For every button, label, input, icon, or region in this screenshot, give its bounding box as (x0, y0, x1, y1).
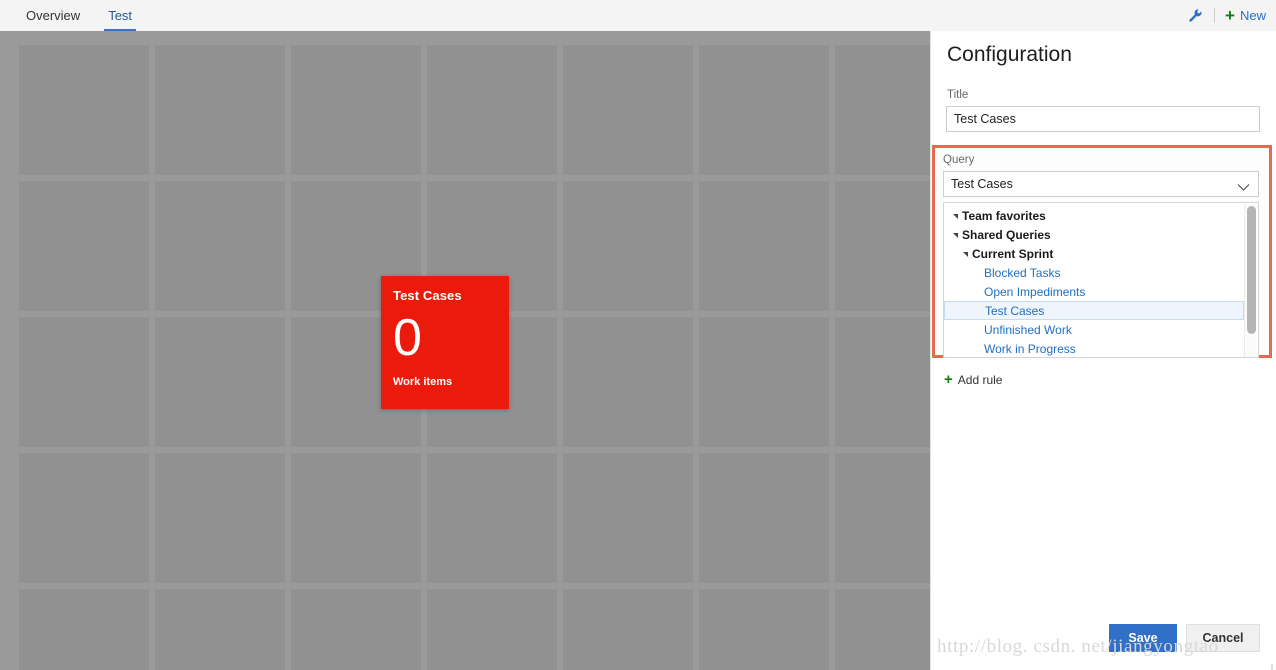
query-tree: Team favorites Shared Queries Current Spri… (944, 206, 1244, 357)
query-tree-item[interactable]: Work in Progress (944, 339, 1244, 357)
expand-arrow-icon[interactable] (953, 214, 958, 219)
top-bar: Overview Test + New (0, 0, 1276, 31)
query-select[interactable]: Test Cases (943, 171, 1259, 197)
plus-icon: + (1225, 6, 1235, 25)
tile-value: 0 (393, 309, 422, 367)
dashboard-tile[interactable] (19, 453, 149, 583)
dashboard-tile[interactable] (291, 589, 421, 670)
add-rule-label: Add rule (957, 372, 1003, 387)
query-tree-item-label: Shared Queries (962, 227, 1051, 242)
dashboard-tile[interactable] (19, 589, 149, 670)
save-button[interactable]: Save (1109, 624, 1177, 652)
app-root: Overview Test + New Test Cases 0 Work it… (0, 0, 1276, 670)
query-select-value: Test Cases (951, 177, 1013, 191)
title-field-label: Title (947, 89, 969, 101)
dashboard-tile[interactable] (155, 45, 285, 175)
expand-arrow-icon[interactable] (963, 252, 968, 257)
tab-overview-label: Overview (26, 8, 81, 23)
query-tree-item-label: Current Sprint (972, 246, 1054, 261)
dashboard-tile[interactable] (291, 453, 421, 583)
query-tree-item-label: Blocked Tasks (984, 265, 1061, 280)
query-tree-item[interactable]: Open Impediments (944, 282, 1244, 301)
scrollbar-thumb[interactable] (1247, 206, 1256, 334)
query-tree-item[interactable]: Unfinished Work (944, 320, 1244, 339)
query-tree-item-label: Team favorites (962, 208, 1046, 223)
query-section: Query Test Cases Team favorites Shared Qu… (935, 148, 1269, 358)
tab-strip: Overview Test (12, 0, 146, 31)
dashboard-tile[interactable] (427, 589, 557, 670)
dashboard-tile[interactable] (699, 453, 829, 583)
new-button-label: New (1239, 8, 1266, 23)
dashboard-tile[interactable] (19, 317, 149, 447)
dashboard-tile[interactable] (427, 45, 557, 175)
new-button[interactable]: + New (1225, 7, 1266, 24)
query-section-highlight: Query Test Cases Team favorites Shared Qu… (932, 145, 1272, 358)
dashboard-tile[interactable] (155, 181, 285, 311)
dashboard-tile[interactable] (563, 45, 693, 175)
query-tree-listbox[interactable]: Team favorites Shared Queries Current Spri… (943, 202, 1259, 358)
query-tree-item-label: Test Cases (985, 303, 1045, 318)
tab-overview[interactable]: Overview (12, 0, 94, 31)
add-rule-button[interactable]: + Add rule (944, 372, 1002, 387)
dashboard-tile[interactable] (699, 589, 829, 670)
corner-marker-icon (1264, 659, 1273, 670)
title-input[interactable] (946, 106, 1260, 132)
dashboard-tile[interactable] (699, 45, 829, 175)
tile-subtitle: Work items (393, 376, 453, 388)
cancel-button[interactable]: Cancel (1186, 624, 1260, 652)
dashboard-tile[interactable] (155, 453, 285, 583)
query-list-scrollbar[interactable] (1244, 204, 1257, 357)
query-tree-item-label: Unfinished Work (984, 322, 1072, 337)
page-title: Configuration (947, 43, 1072, 66)
query-tree-item[interactable]: Team favorites (944, 206, 1244, 225)
wrench-icon[interactable] (1186, 7, 1204, 25)
dashboard-tile[interactable] (563, 589, 693, 670)
dashboard-tile[interactable] (155, 317, 285, 447)
plus-icon: + (944, 371, 953, 388)
dashboard-tile[interactable] (291, 45, 421, 175)
dashboard-tile[interactable] (427, 453, 557, 583)
query-tree-item[interactable]: Current Sprint (944, 244, 1244, 263)
query-tree-item[interactable]: Test Cases (944, 301, 1244, 320)
top-bar-actions: + New (1186, 0, 1266, 31)
tab-test-label: Test (108, 8, 133, 23)
chevron-down-icon (1237, 179, 1250, 197)
dashboard-tile[interactable] (699, 181, 829, 311)
dashboard-tile[interactable] (699, 317, 829, 447)
dashboard-tile[interactable] (563, 317, 693, 447)
dashboard-tile[interactable] (19, 45, 149, 175)
query-tree-item-label: Work in Progress (984, 341, 1076, 356)
query-field-label: Query (943, 154, 975, 166)
dashboard-tile[interactable] (563, 453, 693, 583)
expand-arrow-icon[interactable] (953, 233, 958, 238)
tile-title: Test Cases (393, 288, 462, 303)
dashboard-tile[interactable] (155, 589, 285, 670)
query-tree-item[interactable]: Blocked Tasks (944, 263, 1244, 282)
dashboard-tile[interactable] (19, 181, 149, 311)
tab-test[interactable]: Test (94, 0, 146, 31)
query-tree-item-label: Open Impediments (984, 284, 1086, 299)
test-cases-tile[interactable]: Test Cases 0 Work items (381, 276, 509, 409)
query-tree-item[interactable]: Shared Queries (944, 225, 1244, 244)
dashboard-tile[interactable] (563, 181, 693, 311)
toolbar-divider (1214, 8, 1216, 23)
